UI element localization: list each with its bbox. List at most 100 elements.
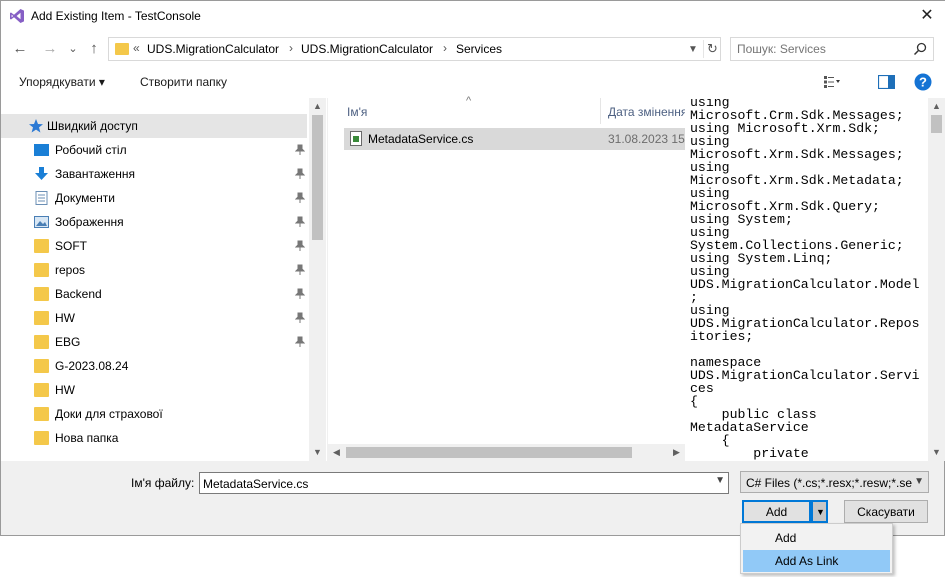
- folder-icon: [34, 239, 49, 253]
- search-icon[interactable]: [913, 42, 927, 56]
- chevron-down-icon[interactable]: ▼: [914, 476, 924, 487]
- cancel-button[interactable]: Скасувати: [844, 500, 928, 523]
- file-list: Ім'я ^ Дата змінення MetadataService.cs …: [328, 95, 695, 461]
- filename-field[interactable]: [203, 476, 703, 491]
- folder-icon: [34, 407, 49, 421]
- close-button[interactable]: ✕: [916, 5, 938, 27]
- search-box[interactable]: [730, 37, 934, 61]
- sidebar-item-label: HW: [55, 311, 75, 325]
- svg-text:?: ?: [919, 75, 927, 90]
- sidebar-scrollbar[interactable]: ▲ ▼: [309, 98, 326, 461]
- file-type-select[interactable]: C# Files (*.cs;*.resx;*.resw;*.settings)…: [740, 471, 929, 493]
- pin-icon[interactable]: [295, 240, 305, 252]
- sidebar-item-documents[interactable]: Документи: [1, 186, 307, 210]
- scrollbar-thumb[interactable]: [346, 447, 632, 458]
- file-type-value: C# Files (*.cs;*.resx;*.resw;*.settings): [746, 476, 912, 490]
- sidebar-item-label: G-2023.08.24: [55, 359, 129, 373]
- refresh-icon[interactable]: ↻: [703, 40, 721, 58]
- sidebar-item-label: Швидкий доступ: [47, 119, 138, 133]
- breadcrumb-separator[interactable]: ›: [443, 41, 447, 55]
- filename-label: Ім'я файлу:: [131, 476, 195, 490]
- folder-icon: [34, 287, 49, 301]
- breadcrumb-item[interactable]: Services: [456, 42, 502, 56]
- scroll-up-arrow[interactable]: ▲: [928, 98, 945, 115]
- add-dropdown-button[interactable]: ▼: [811, 500, 828, 523]
- sidebar-item-g-2023-08-24[interactable]: G-2023.08.24: [1, 354, 307, 378]
- scroll-left-arrow[interactable]: ◀: [328, 444, 345, 461]
- pin-icon[interactable]: [295, 144, 305, 156]
- preview-pane-icon[interactable]: [878, 75, 895, 89]
- pictures-icon: [34, 216, 49, 228]
- sidebar-item-repos[interactable]: repos: [1, 258, 307, 282]
- pin-icon[interactable]: [295, 336, 305, 348]
- folder-icon: [34, 311, 49, 325]
- address-bar[interactable]: « UDS.MigrationCalculator › UDS.Migratio…: [108, 37, 721, 61]
- sidebar-item-label: SOFT: [55, 239, 87, 253]
- download-icon: [35, 167, 48, 180]
- chevron-down-icon[interactable]: ▼: [685, 42, 701, 58]
- menu-item-add-as-link[interactable]: Add As Link: [743, 550, 890, 572]
- filename-combobox[interactable]: ▼: [199, 472, 729, 494]
- breadcrumb-item[interactable]: UDS.MigrationCalculator: [301, 42, 433, 56]
- file-list-hscrollbar[interactable]: ◀ ▶: [328, 444, 685, 461]
- breadcrumb-overflow[interactable]: «: [133, 41, 140, 55]
- sidebar-item-ebg[interactable]: EBG: [1, 330, 307, 354]
- command-toolbar: Упорядкувати ▾ Створити папку ?: [1, 66, 946, 98]
- add-options-menu: Add Add As Link: [740, 523, 893, 574]
- folder-icon: [34, 383, 49, 397]
- column-header-name[interactable]: Ім'я: [347, 98, 367, 124]
- sidebar-item-downloads[interactable]: Завантаження: [1, 162, 307, 186]
- sidebar-item-label: HW: [55, 383, 75, 397]
- pin-icon[interactable]: [295, 288, 305, 300]
- forward-button[interactable]: →: [41, 40, 59, 58]
- column-divider[interactable]: [600, 98, 601, 124]
- recent-locations-button[interactable]: ⌄: [64, 40, 82, 58]
- view-options-icon[interactable]: [823, 75, 841, 89]
- documents-icon: [35, 191, 48, 205]
- back-button[interactable]: ←: [11, 40, 29, 58]
- column-header-date[interactable]: Дата змінення: [608, 98, 687, 124]
- folder-icon: [34, 335, 49, 349]
- scroll-up-arrow[interactable]: ▲: [309, 98, 326, 115]
- pin-icon[interactable]: [295, 216, 305, 228]
- sidebar-item-backend[interactable]: Backend: [1, 282, 307, 306]
- breadcrumb-item[interactable]: UDS.MigrationCalculator: [147, 42, 279, 56]
- folder-icon: [34, 431, 49, 445]
- sidebar-item-quick-access[interactable]: Швидкий доступ: [1, 114, 307, 138]
- sidebar-item-soft[interactable]: SOFT: [1, 234, 307, 258]
- scroll-down-arrow[interactable]: ▼: [309, 444, 326, 461]
- sidebar-item-hw-2[interactable]: HW: [1, 378, 307, 402]
- scrollbar-thumb[interactable]: [931, 115, 942, 133]
- sidebar-item-label: Нова папка: [55, 431, 119, 445]
- scrollbar-thumb[interactable]: [312, 115, 323, 240]
- chevron-down-icon[interactable]: ▼: [715, 475, 725, 486]
- sidebar-item-hw[interactable]: HW: [1, 306, 307, 330]
- sidebar-item-label: Робочий стіл: [55, 143, 127, 157]
- menu-item-add[interactable]: Add: [743, 527, 890, 549]
- preview-scrollbar[interactable]: ▲ ▼: [928, 98, 945, 461]
- sidebar-item-insurance-docs[interactable]: Доки для страхової: [1, 402, 307, 426]
- file-row[interactable]: MetadataService.cs 31.08.2023 15:0: [344, 128, 695, 150]
- folder-icon: [115, 43, 129, 55]
- sidebar-item-pictures[interactable]: Зображення: [1, 210, 307, 234]
- pin-icon[interactable]: [295, 264, 305, 276]
- pin-icon[interactable]: [295, 168, 305, 180]
- up-button[interactable]: ↑: [85, 40, 103, 58]
- scroll-right-arrow[interactable]: ▶: [668, 444, 685, 461]
- help-icon[interactable]: ?: [914, 73, 932, 91]
- navigation-bar: ← → ⌄ ↑ « UDS.MigrationCalculator › UDS.…: [1, 32, 946, 66]
- sidebar-item-label: Доки для страхової: [55, 407, 163, 421]
- folder-icon: [34, 359, 49, 373]
- pin-icon[interactable]: [295, 192, 305, 204]
- scroll-down-arrow[interactable]: ▼: [928, 444, 945, 461]
- breadcrumb-separator[interactable]: ›: [289, 41, 293, 55]
- sidebar-item-new-folder[interactable]: Нова папка: [1, 426, 307, 450]
- search-input[interactable]: [737, 41, 907, 57]
- new-folder-button[interactable]: Створити папку: [140, 75, 227, 89]
- add-button[interactable]: Add: [742, 500, 811, 523]
- sidebar-item-desktop[interactable]: Робочий стіл: [1, 138, 307, 162]
- chevron-down-icon: ▼: [816, 507, 825, 517]
- file-date: 31.08.2023 15:0: [608, 132, 695, 146]
- organize-button[interactable]: Упорядкувати ▾: [19, 75, 105, 89]
- pin-icon[interactable]: [295, 312, 305, 324]
